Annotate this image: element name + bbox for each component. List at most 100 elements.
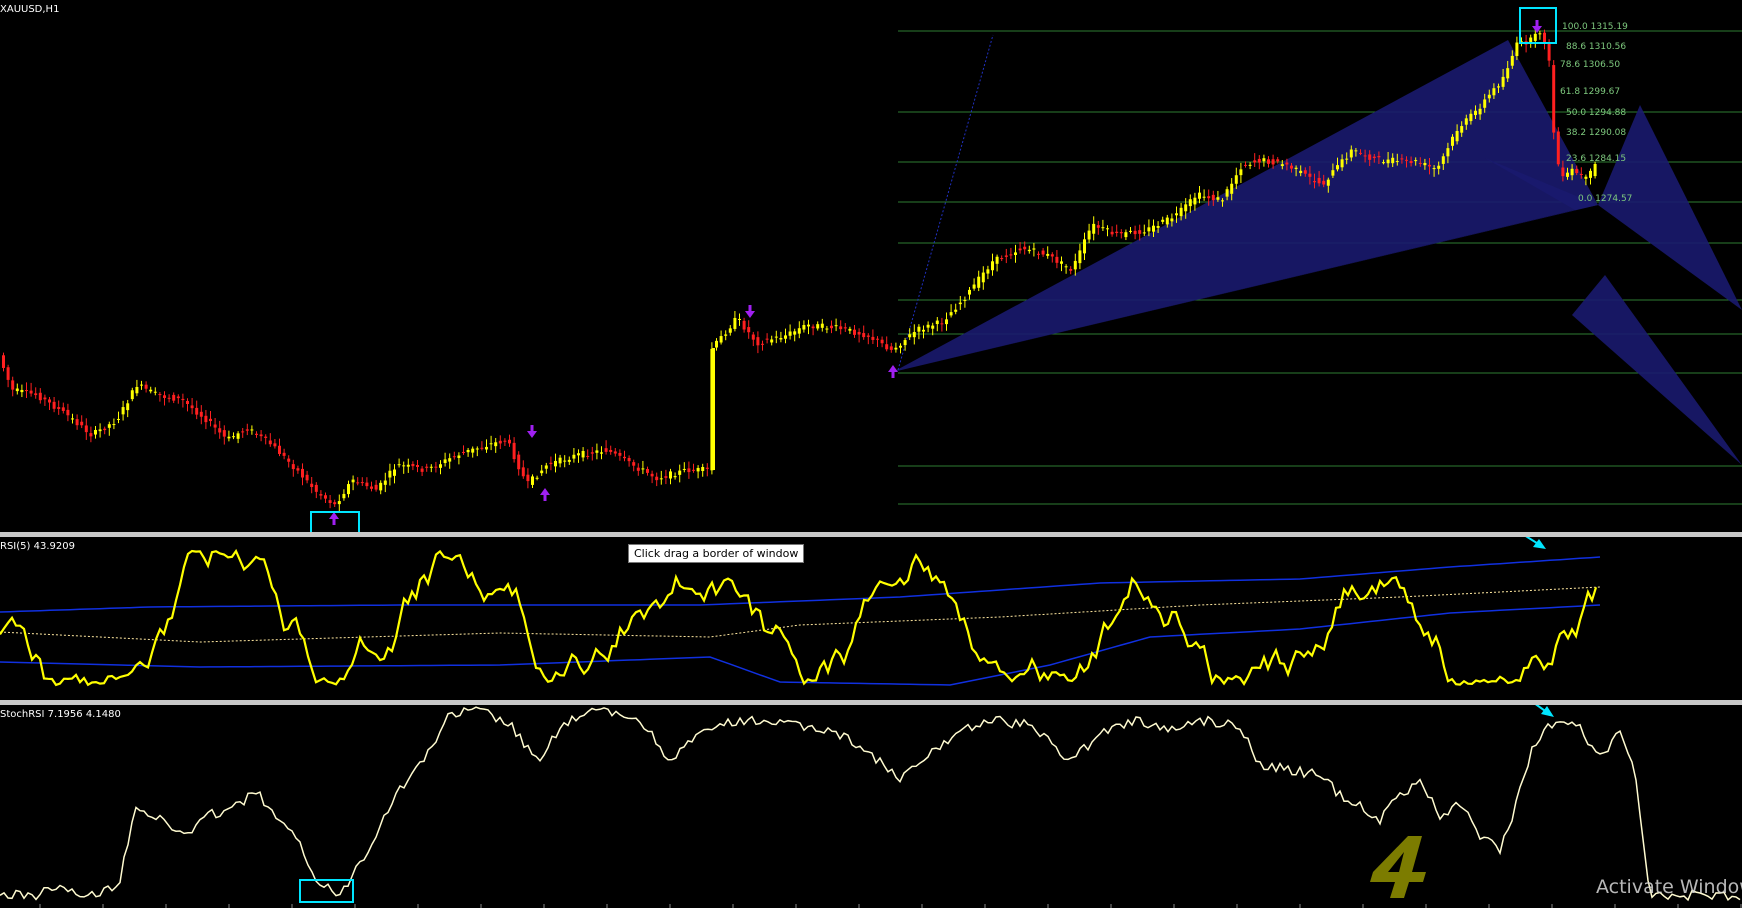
candle-body xyxy=(1142,232,1146,234)
symbol-timeframe-label: XAUUSD,H1 xyxy=(0,4,60,15)
stochrsi-canvas[interactable] xyxy=(0,705,1742,908)
candle-body xyxy=(370,486,373,489)
candle-body xyxy=(1359,152,1362,154)
candle-body xyxy=(1294,167,1298,169)
candle-body xyxy=(236,433,240,439)
candle-body xyxy=(567,459,571,462)
candle-body xyxy=(328,500,332,503)
candle-body xyxy=(1244,164,1247,166)
candle-body xyxy=(439,464,442,468)
candle-body xyxy=(61,407,65,411)
candle-body xyxy=(705,467,709,469)
candle-body xyxy=(1368,154,1372,160)
candle-body xyxy=(360,482,364,484)
candle-body xyxy=(1129,230,1132,232)
candle-body xyxy=(554,460,557,467)
candle-body xyxy=(549,462,553,465)
sell-arrow-icon xyxy=(745,305,755,318)
candle-body xyxy=(310,483,314,487)
candle-body xyxy=(669,471,672,479)
candle-body xyxy=(80,421,84,426)
candle-body xyxy=(1354,150,1358,152)
candle-body xyxy=(963,299,967,301)
candle-body xyxy=(1050,254,1054,257)
candle-body xyxy=(1064,266,1068,268)
rsi-indicator-pane[interactable]: RSI(5) 43.9209 xyxy=(0,537,1742,700)
candle-body xyxy=(1280,164,1284,167)
candle-body xyxy=(301,468,304,478)
candle-body xyxy=(314,484,318,492)
candle-body xyxy=(618,452,622,456)
candle-body xyxy=(140,384,143,386)
candle-body xyxy=(1285,162,1289,165)
candle-body xyxy=(1184,204,1188,212)
candle-body xyxy=(1004,255,1008,257)
candle-body xyxy=(1198,192,1201,199)
candle-body xyxy=(1202,196,1206,198)
candle-body xyxy=(149,389,153,392)
candle-body xyxy=(544,465,548,469)
buy-arrow-icon xyxy=(540,488,550,501)
buy-arrow-icon xyxy=(329,512,339,525)
candle-body xyxy=(57,407,61,409)
stochrsi-indicator-pane[interactable]: StochRSI 7.1956 4.1480 xyxy=(0,705,1742,908)
candle-body xyxy=(324,495,327,499)
fib-level-label: 88.6 1310.56 xyxy=(1566,42,1627,52)
activate-windows-watermark: Activate Windows xyxy=(1596,876,1742,898)
candle-body xyxy=(471,448,475,453)
candle-body xyxy=(1589,170,1592,178)
candle-body xyxy=(333,502,337,505)
rsi-canvas[interactable] xyxy=(0,537,1742,700)
candle-body xyxy=(121,407,125,415)
candle-body xyxy=(1096,225,1100,228)
candle-body xyxy=(1345,158,1349,160)
candle-body xyxy=(429,466,433,468)
logo-4-icon xyxy=(1370,836,1426,898)
candle-body xyxy=(761,343,764,345)
candle-body xyxy=(379,482,383,491)
candle-body xyxy=(1340,159,1344,168)
candle-body xyxy=(807,324,810,327)
candle-body xyxy=(259,434,263,437)
candle-body xyxy=(163,395,166,398)
candle-body xyxy=(296,468,300,471)
candle-body xyxy=(586,455,590,457)
candle-body xyxy=(2,355,5,368)
candle-body xyxy=(535,477,539,479)
candle-body xyxy=(1593,163,1597,177)
candle-body xyxy=(1478,108,1482,115)
candle-body xyxy=(1451,136,1454,146)
candle-body xyxy=(1391,157,1395,164)
candle-body xyxy=(908,334,912,338)
candle-body xyxy=(1055,256,1059,263)
candle-body xyxy=(117,418,120,420)
price-chart-canvas[interactable] xyxy=(0,0,1742,532)
candle-body xyxy=(977,276,981,288)
candle-body xyxy=(1446,148,1450,157)
candle-body xyxy=(273,443,277,447)
candle-body xyxy=(678,470,682,475)
sell-arrow-icon xyxy=(527,425,537,438)
candle-body xyxy=(1561,167,1565,177)
stochrsi-label: StochRSI 7.1956 4.1480 xyxy=(0,709,121,720)
candle-body xyxy=(1165,217,1169,225)
candle-body xyxy=(512,442,516,460)
candle-body xyxy=(531,476,534,485)
candle-body xyxy=(1428,164,1431,167)
candle-body xyxy=(1501,76,1505,87)
candle-body xyxy=(1018,248,1022,251)
candle-body xyxy=(627,457,631,462)
candle-body xyxy=(701,467,705,472)
candle-body xyxy=(1487,94,1491,99)
candle-body xyxy=(1239,169,1243,176)
price-chart-pane[interactable]: XAUUSD,H1 100.0 1315.19 88.6 1310.56 78.6 … xyxy=(0,0,1742,532)
candle-body xyxy=(1533,33,1537,41)
candle-body xyxy=(912,332,916,338)
candle-body xyxy=(84,425,88,433)
candle-body xyxy=(784,335,787,339)
candle-body xyxy=(1349,149,1353,158)
candle-body xyxy=(664,476,668,478)
candle-body xyxy=(1575,168,1579,174)
candle-body xyxy=(135,386,139,394)
candle-body xyxy=(1556,131,1560,165)
